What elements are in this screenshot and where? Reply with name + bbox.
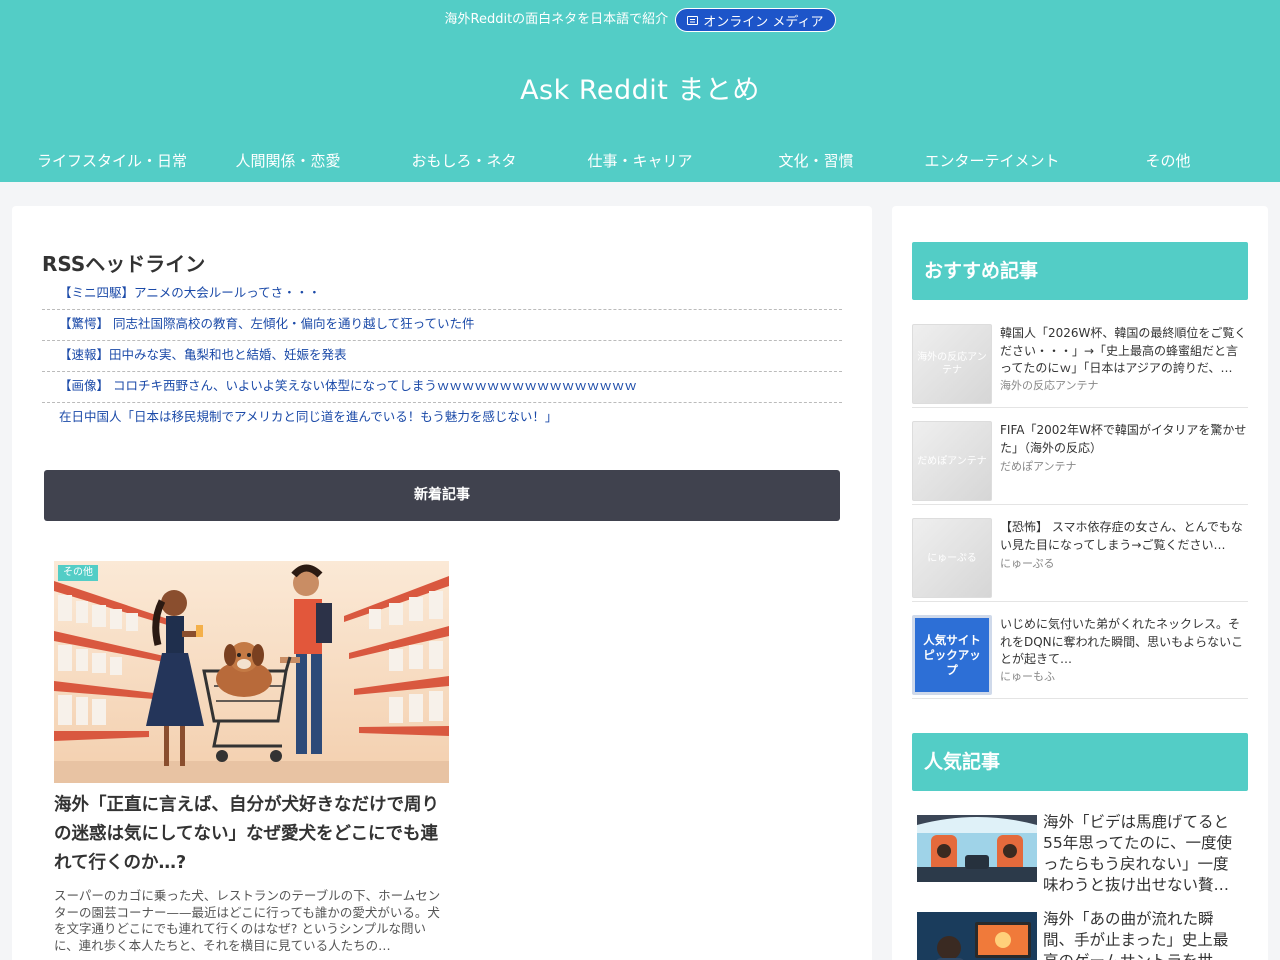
- recommended-heading: おすすめ記事: [912, 242, 1248, 300]
- sidebar: おすすめ記事 海外の反応アンテナ 韓国人「2026W杯、韓国の最終順位をご覧くだ…: [892, 206, 1268, 960]
- popular-title[interactable]: 海外「あの曲が流れた瞬間、手が止まった」史上最高のゲームサントラを世界…: [1043, 909, 1243, 960]
- site-header: 海外Redditの面白ネタを日本語で紹介 オンライン メディア Ask Redd…: [0, 0, 1280, 182]
- rss-link[interactable]: 【驚愕】 同志社国際高校の教育、左傾化・偏向を通り越して狂っていた件: [59, 316, 474, 331]
- rss-list: 【ミニ四駆】アニメの大会ルールってさ・・・ 【驚愕】 同志社国際高校の教育、左傾…: [42, 279, 842, 434]
- site-title[interactable]: Ask Reddit まとめ: [0, 68, 1280, 107]
- popular-thumbnail[interactable]: [917, 912, 1037, 960]
- article-thumbnail[interactable]: その他: [54, 561, 449, 783]
- nav-item-career[interactable]: 仕事・キャリア: [587, 148, 692, 174]
- dog-in-cart-illustration: [54, 561, 449, 783]
- recommended-item[interactable]: にゅーぷる 【恐怖】 スマホ依存症の女さん、とんでもない見た目になってしまう→ご…: [912, 512, 1248, 602]
- rss-heading: RSSヘッドライン: [42, 252, 206, 276]
- category-label[interactable]: その他: [58, 565, 98, 581]
- nav-item-culture[interactable]: 文化・習慣: [778, 148, 853, 174]
- nav-item-funny[interactable]: おもしろ・ネタ: [411, 148, 516, 174]
- recommended-source: だめぽアンテナ: [1000, 460, 1077, 473]
- rss-item: 【速報】田中みな実、亀梨和也と結婚、妊娠を発表: [42, 341, 842, 372]
- site-tagline: 海外Redditの面白ネタを日本語で紹介: [444, 12, 669, 27]
- recommended-source: にゅーぷる: [1000, 557, 1055, 570]
- recommended-thumbnail[interactable]: だめぽアンテナ: [912, 421, 992, 501]
- recommended-thumbnail[interactable]: 海外の反応アンテナ: [912, 324, 992, 404]
- rss-item: 在日中国人「日本は移民規制でアメリカと同じ道を進んでいる！もう魅力を感じない！」: [42, 403, 842, 434]
- article-card[interactable]: その他 海外「正直に言えば、自分が犬好きなだけで周りの迷惑は気にしてない」なぜ愛…: [54, 561, 449, 954]
- rss-link[interactable]: 在日中国人「日本は移民規制でアメリカと同じ道を進んでいる！もう魅力を感じない！」: [59, 409, 557, 424]
- new-articles-heading: 新着記事: [44, 470, 840, 521]
- popular-item[interactable]: 海外「あの曲が流れた瞬間、手が止まった」史上最高のゲームサントラを世界…: [917, 909, 1243, 960]
- recommended-title[interactable]: 【恐怖】 スマホ依存症の女さん、とんでもない見た目になってしまう→ご覧ください…: [1000, 519, 1248, 554]
- rss-item: 【ミニ四駆】アニメの大会ルールってさ・・・: [42, 279, 842, 310]
- recommended-thumbnail[interactable]: 人気サイトピックアップ: [912, 615, 992, 695]
- recommended-title[interactable]: FIFA「2002年W杯で韓国がイタリアを驚かせた」（海外の反応）: [1000, 422, 1248, 457]
- article-title[interactable]: 海外「正直に言えば、自分が犬好きなだけで周りの迷惑は気にしてない」なぜ愛犬をどこ…: [54, 791, 449, 878]
- newspaper-icon: [687, 15, 699, 25]
- recommended-title[interactable]: いじめに気付いた弟がくれたネックレス。それをDQNに奪われた瞬間、思いもよらない…: [1000, 616, 1248, 669]
- article-excerpt: スーパーのカゴに乗った犬、レストランのテーブルの下、ホームセンターの園芸コーナー…: [54, 888, 441, 953]
- recommended-item[interactable]: 海外の反応アンテナ 韓国人「2026W杯、韓国の最終順位をご覧ください・・・」→…: [912, 318, 1248, 408]
- online-media-badge[interactable]: オンライン メディア: [675, 8, 836, 32]
- rss-item: 【驚愕】 同志社国際高校の教育、左傾化・偏向を通り越して狂っていた件: [42, 310, 842, 341]
- nav-item-other[interactable]: その他: [1145, 148, 1190, 174]
- recommended-thumbnail[interactable]: にゅーぷる: [912, 518, 992, 598]
- rss-link[interactable]: 【ミニ四駆】アニメの大会ルールってさ・・・: [59, 285, 321, 300]
- rss-link[interactable]: 【画像】 コロチキ西野さん、いよいよ笑えない体型になってしまうｗｗｗｗｗｗｗｗｗ…: [59, 378, 637, 393]
- nav-item-entertainment[interactable]: エンターテイメント: [924, 148, 1059, 174]
- main-content: RSSヘッドライン 【ミニ四駆】アニメの大会ルールってさ・・・ 【驚愕】 同志社…: [12, 206, 872, 960]
- car-interior-illustration: [917, 815, 1037, 882]
- recommended-title[interactable]: 韓国人「2026W杯、韓国の最終順位をご覧ください・・・」→「史上最高の蜂蜜組だ…: [1000, 325, 1248, 378]
- gaming-room-illustration: [917, 912, 1037, 960]
- recommended-source: にゅーもふ: [1000, 670, 1055, 683]
- popular-thumbnail[interactable]: [917, 815, 1037, 882]
- recommended-item[interactable]: 人気サイトピックアップ いじめに気付いた弟がくれたネックレス。それをDQNに奪わ…: [912, 609, 1248, 699]
- popular-heading: 人気記事: [912, 733, 1248, 791]
- rss-item: 【画像】 コロチキ西野さん、いよいよ笑えない体型になってしまうｗｗｗｗｗｗｗｗｗ…: [42, 372, 842, 403]
- rss-link[interactable]: 【速報】田中みな実、亀梨和也と結婚、妊娠を発表: [59, 347, 347, 362]
- online-media-badge-label: オンライン メディア: [703, 14, 824, 30]
- recommended-item[interactable]: だめぽアンテナ FIFA「2002年W杯で韓国がイタリアを驚かせた」（海外の反応…: [912, 415, 1248, 505]
- nav-item-lifestyle[interactable]: ライフスタイル・日常: [37, 148, 187, 174]
- popular-title[interactable]: 海外「ビデは馬鹿げてると55年思ってたのに、一度使ったらもう戻れない」一度味わう…: [1043, 812, 1243, 896]
- popular-item[interactable]: 海外「ビデは馬鹿げてると55年思ってたのに、一度使ったらもう戻れない」一度味わう…: [917, 812, 1243, 905]
- nav-item-relationships[interactable]: 人間関係・恋愛: [235, 148, 340, 174]
- tagline-row: 海外Redditの面白ネタを日本語で紹介 オンライン メディア: [0, 8, 1280, 34]
- recommended-source: 海外の反応アンテナ: [1000, 379, 1099, 392]
- global-nav: ライフスタイル・日常 人間関係・恋愛 おもしろ・ネタ 仕事・キャリア 文化・習慣…: [0, 148, 1280, 176]
